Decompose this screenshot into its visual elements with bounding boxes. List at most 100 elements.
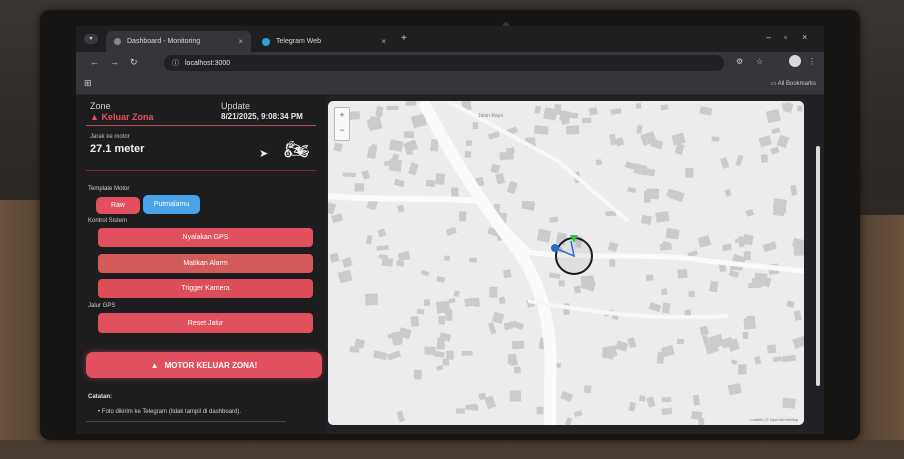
building	[416, 308, 425, 315]
building	[565, 417, 573, 425]
building	[361, 169, 371, 180]
building	[549, 216, 559, 223]
building	[691, 410, 703, 421]
reload-icon[interactable]: ↻	[130, 57, 138, 68]
building	[381, 257, 394, 267]
building	[765, 109, 781, 124]
building	[770, 146, 780, 155]
tab-telegram[interactable]: Telegram Web ×	[254, 31, 394, 52]
building	[410, 315, 420, 328]
zoom-out-button[interactable]: −	[335, 123, 349, 138]
building	[413, 369, 422, 380]
building	[337, 269, 353, 284]
minimize-icon[interactable]: –	[766, 32, 771, 42]
building	[420, 269, 430, 277]
building	[487, 322, 497, 335]
building	[393, 178, 405, 188]
tab-search-icon[interactable]: ▾	[84, 34, 98, 44]
building	[386, 350, 402, 361]
tab-label: Dashboard - Monitoring	[127, 38, 201, 45]
folder-icon: ▭	[770, 81, 777, 87]
building	[465, 140, 473, 146]
forward-icon[interactable]: →	[110, 57, 119, 67]
building	[711, 136, 720, 142]
mouse-cursor-icon: ➤	[259, 148, 269, 160]
apps-grid-icon[interactable]: ⊞	[84, 78, 92, 89]
building	[758, 135, 773, 148]
building	[610, 108, 622, 115]
street-label: Jalan Raya	[478, 113, 504, 119]
building	[760, 154, 768, 163]
map-view[interactable]: + − Jalan Raya Leaflet | © OpenStreetMap	[328, 101, 804, 425]
building	[560, 391, 574, 402]
trigger-camera-button[interactable]: Trigger Kamera	[98, 279, 313, 298]
back-icon[interactable]: ←	[90, 57, 99, 67]
building	[609, 259, 616, 267]
map-attribution[interactable]: Leaflet | © OpenStreetMap	[750, 417, 798, 422]
disable-alarm-button[interactable]: Matikan Alarm	[98, 254, 313, 273]
building	[459, 211, 467, 222]
building	[377, 228, 387, 238]
browser-menu-icon[interactable]: ⋮	[808, 57, 816, 66]
home-marker-icon[interactable]	[551, 244, 559, 252]
site-info-icon[interactable]: ⓘ	[172, 58, 179, 68]
template-alt-button[interactable]: Putmalamu	[143, 195, 200, 214]
zoom-in-button[interactable]: +	[335, 108, 349, 123]
building	[640, 214, 653, 226]
building	[772, 356, 783, 363]
building	[677, 268, 688, 279]
building	[569, 112, 579, 119]
enable-gps-button[interactable]: Nyalakan GPS	[98, 228, 313, 247]
building	[329, 252, 340, 263]
building	[699, 106, 713, 116]
new-tab-icon[interactable]: +	[401, 33, 407, 44]
building	[534, 105, 542, 114]
motorcycle-icon: 🏍	[284, 139, 310, 161]
reset-track-button[interactable]: Reset Jalur	[98, 313, 313, 333]
building	[660, 288, 668, 296]
bookmark-star-icon[interactable]: ☆	[756, 57, 763, 66]
address-input[interactable]: ⓘ localhost:3000	[164, 55, 724, 71]
building	[646, 188, 660, 200]
template-raw-button[interactable]: Raw	[96, 197, 140, 214]
building	[615, 137, 625, 147]
close-tab-icon[interactable]: ×	[381, 37, 386, 46]
building	[444, 255, 451, 262]
building	[424, 346, 436, 355]
building	[536, 228, 552, 243]
map-tiles	[328, 101, 804, 425]
building	[762, 241, 777, 253]
tab-bar: ▾ Dashboard - Monitoring × Telegram Web …	[76, 26, 824, 52]
building	[495, 172, 506, 185]
building	[333, 142, 343, 152]
page-scrollbar[interactable]	[816, 146, 820, 386]
zone-alert-banner: ▲ MOTOR KELUAR ZONA!	[86, 352, 322, 378]
building	[588, 107, 598, 116]
building	[331, 213, 344, 224]
building	[395, 259, 405, 268]
profile-avatar[interactable]	[789, 55, 801, 67]
building	[375, 106, 384, 118]
extensions-icon[interactable]: ⚙	[736, 57, 743, 66]
window-close-icon[interactable]: ×	[802, 32, 807, 42]
building	[635, 102, 642, 109]
building	[498, 296, 506, 305]
building	[640, 167, 656, 177]
maximize-icon[interactable]: ▫	[784, 32, 787, 42]
tab-dashboard[interactable]: Dashboard - Monitoring ×	[106, 31, 251, 52]
building	[662, 302, 671, 314]
building	[797, 105, 803, 112]
building	[742, 331, 749, 339]
building	[436, 364, 444, 371]
building	[342, 172, 356, 178]
building	[771, 127, 781, 135]
laptop-screen: ▾ Dashboard - Monitoring × Telegram Web …	[76, 26, 824, 434]
close-tab-icon[interactable]: ×	[238, 37, 243, 46]
building	[499, 151, 514, 161]
building	[782, 397, 796, 409]
all-bookmarks-label: All Bookmarks	[777, 81, 816, 87]
update-label: Update	[221, 101, 251, 111]
all-bookmarks-button[interactable]: ▭ All Bookmarks	[771, 80, 816, 87]
building	[397, 204, 405, 213]
building	[503, 321, 514, 331]
